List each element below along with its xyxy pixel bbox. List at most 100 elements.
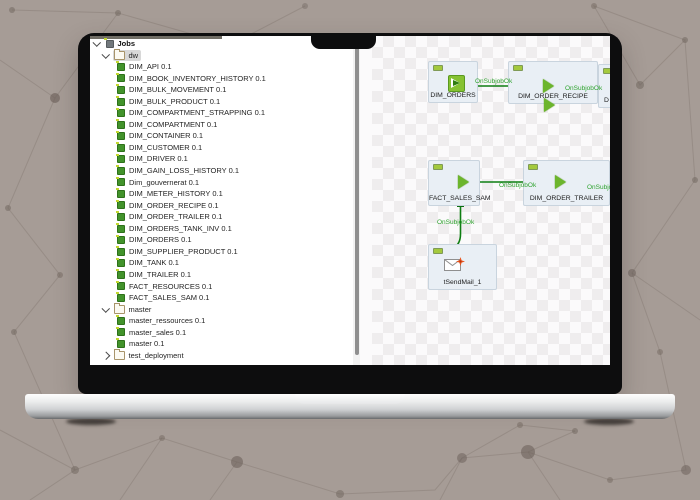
repository-tree-panel: JobsdwDIM_API 0.1DIM_BOOK_INVENTORY_HIST… [90,36,353,365]
tree-item-label: DIM_COMPARTMENT_STRAPPING 0.1 [129,109,265,117]
job-icon [117,74,125,82]
tree-row-master-ressources-0-1[interactable]: master_ressources 0.1 [90,315,353,327]
tree-item-label: DIM_COMPARTMENT 0.1 [129,121,217,129]
tree-row-dim-customer-0-1[interactable]: DIM_CUSTOMER 0.1 [90,142,353,154]
tree-item-label: FACT_RESOURCES 0.1 [129,283,212,291]
tree-row-dim-bulk-movement-0-1[interactable]: DIM_BULK_MOVEMENT 0.1 [90,84,353,96]
tree-row-dim-tank-0-1[interactable]: DIM_TANK 0.1 [90,257,353,269]
tree-item[interactable]: DIM_CONTAINER 0.1 [115,131,206,141]
job-icon [117,144,125,152]
tree-item-label: DIM_ORDER_TRAILER 0.1 [129,213,222,221]
laptop-screen-bezel: JobsdwDIM_API 0.1DIM_BOOK_INVENTORY_HIST… [78,33,622,394]
tree-item[interactable]: DIM_BULK_MOVEMENT 0.1 [115,85,229,95]
chevron-down-icon[interactable] [102,50,110,58]
chevron-down-icon[interactable] [93,38,101,46]
connection-label[interactable]: OnSubjobOk [587,185,610,192]
node-label: tSendMail_1 [429,280,496,287]
laptop-foot-shadow-right [584,418,634,425]
tree-item-label: DIM_GAIN_LOSS_HISTORY 0.1 [129,167,239,175]
screen-content: JobsdwDIM_API 0.1DIM_BOOK_INVENTORY_HIST… [90,36,610,365]
job-node-fact-sales-sam[interactable]: FACT_SALES_SAM [428,160,480,206]
connection-label[interactable]: OnSubjobOk [565,86,602,93]
tree-item-label: Dim_gouvernerat 0.1 [129,179,199,187]
tree-item[interactable]: DIM_TRAILER 0.1 [115,270,194,280]
tree-item[interactable]: master 0.1 [115,339,167,349]
tree-scrollbar-track[interactable] [353,36,360,365]
job-icon [117,213,125,221]
tree-item[interactable]: DIM_BOOK_INVENTORY_HISTORY 0.1 [115,73,269,83]
laptop-lid-scoop [295,394,405,404]
tree-row-dim-compartment-strapping-0-1[interactable]: DIM_COMPARTMENT_STRAPPING 0.1 [90,107,353,119]
job-icon [117,271,125,279]
tree-row-dim-compartment-0-1[interactable]: DIM_COMPARTMENT 0.1 [90,119,353,131]
tree-item[interactable]: DIM_TANK 0.1 [115,258,182,268]
tree-row-dw[interactable]: dw [90,50,353,62]
tree-row-fact-resources-0-1[interactable]: FACT_RESOURCES 0.1 [90,280,353,292]
tree-item[interactable]: master_ressources 0.1 [115,316,208,326]
tree-item-label: DIM_CUSTOMER 0.1 [129,144,202,152]
tree-row-dim-container-0-1[interactable]: DIM_CONTAINER 0.1 [90,130,353,142]
tree-item[interactable]: dw [113,50,142,61]
job-icon [117,155,125,163]
tree-item-label: DIM_ORDERS_TANK_INV 0.1 [129,225,232,233]
tree-row-dim-gouvernerat-0-1[interactable]: Dim_gouvernerat 0.1 [90,177,353,189]
job-icon [117,109,125,117]
tree-item[interactable]: DIM_BULK_PRODUCT 0.1 [115,97,223,107]
tree-item[interactable]: DIM_METER_HISTORY 0.1 [115,189,226,199]
chevron-right-icon[interactable] [102,352,110,360]
tree-item[interactable]: Dim_gouvernerat 0.1 [115,177,202,187]
tree-row-dim-meter-history-0-1[interactable]: DIM_METER_HISTORY 0.1 [90,188,353,200]
tree-item[interactable]: DIM_ORDERS_TANK_INV 0.1 [115,224,235,234]
tree-row-dim-gain-loss-history-0-1[interactable]: DIM_GAIN_LOSS_HISTORY 0.1 [90,165,353,177]
job-node-dim-orders[interactable]: DIM_ORDERS [428,61,478,103]
tree-item[interactable]: master_sales 0.1 [115,327,189,337]
tree-item[interactable]: DIM_ORDER_RECIPE 0.1 [115,200,222,210]
tree-row-master[interactable]: master [90,304,353,316]
tree-item[interactable]: DIM_ORDERS 0.1 [115,235,195,245]
tree-item[interactable]: Jobs [104,39,139,49]
tree-item[interactable]: DIM_COMPARTMENT 0.1 [115,120,220,130]
tree-row-dim-supplier-product-0-1[interactable]: DIM_SUPPLIER_PRODUCT 0.1 [90,246,353,258]
tree-item[interactable]: DIM_ORDER_TRAILER 0.1 [115,212,225,222]
runjob-icon [448,75,465,92]
connection-label[interactable]: OnSubjobOk [499,183,536,190]
jobs-tree: JobsdwDIM_API 0.1DIM_BOOK_INVENTORY_HIST… [90,38,353,361]
tree-row-master-0-1[interactable]: master 0.1 [90,338,353,350]
tree-row-dim-order-trailer-0-1[interactable]: DIM_ORDER_TRAILER 0.1 [90,211,353,223]
tree-row-dim-trailer-0-1[interactable]: DIM_TRAILER 0.1 [90,269,353,281]
runjob-icon [543,79,554,93]
tree-item[interactable]: DIM_GAIN_LOSS_HISTORY 0.1 [115,166,242,176]
job-icon [117,248,125,256]
tree-item[interactable]: test_deployment [113,350,187,361]
tree-row-fact-sales-sam-0-1[interactable]: FACT_SALES_SAM 0.1 [90,292,353,304]
tree-item[interactable]: DIM_SUPPLIER_PRODUCT 0.1 [115,247,241,257]
tree-item[interactable]: FACT_SALES_SAM 0.1 [115,293,212,303]
chevron-down-icon[interactable] [102,304,110,312]
job-icon [117,236,125,244]
connection-label[interactable]: OnSubjobOk [475,79,512,86]
tree-row-dim-orders-0-1[interactable]: DIM_ORDERS 0.1 [90,234,353,246]
tree-row-dim-order-recipe-0-1[interactable]: DIM_ORDER_RECIPE 0.1 [90,200,353,212]
tree-row-dim-orders-tank-inv-0-1[interactable]: DIM_ORDERS_TANK_INV 0.1 [90,223,353,235]
tree-item[interactable]: master [113,304,155,315]
tree-item-label: DIM_BULK_MOVEMENT 0.1 [129,86,226,94]
job-design-canvas[interactable]: OnSubjobOk OnSubjobOk OnSubjobOk OnSubjo… [360,36,610,365]
runjob-icon [458,175,469,189]
tree-item[interactable]: DIM_COMPARTMENT_STRAPPING 0.1 [115,108,268,118]
tree-item[interactable]: DIM_CUSTOMER 0.1 [115,143,205,153]
tree-row-dim-driver-0-1[interactable]: DIM_DRIVER 0.1 [90,153,353,165]
tree-row-test-deployment[interactable]: test_deployment [90,350,353,362]
tree-item-label: master [129,306,152,314]
connection-label[interactable]: OnSubjobOk [437,220,474,227]
tree-item-label: DIM_TRAILER 0.1 [129,271,191,279]
tree-item[interactable]: DIM_DRIVER 0.1 [115,154,191,164]
job-node-tsendmail[interactable]: tSendMail_1 [428,244,497,290]
tree-item[interactable]: DIM_API 0.1 [115,62,175,72]
tree-scrollbar-thumb[interactable] [355,41,359,355]
tree-row-dim-bulk-product-0-1[interactable]: DIM_BULK_PRODUCT 0.1 [90,96,353,108]
tree-row-dim-api-0-1[interactable]: DIM_API 0.1 [90,61,353,73]
tree-row-master-sales-0-1[interactable]: master_sales 0.1 [90,327,353,339]
job-icon [117,86,125,94]
tree-item[interactable]: FACT_RESOURCES 0.1 [115,281,215,291]
tree-row-dim-book-inventory-history-0-1[interactable]: DIM_BOOK_INVENTORY_HISTORY 0.1 [90,73,353,85]
